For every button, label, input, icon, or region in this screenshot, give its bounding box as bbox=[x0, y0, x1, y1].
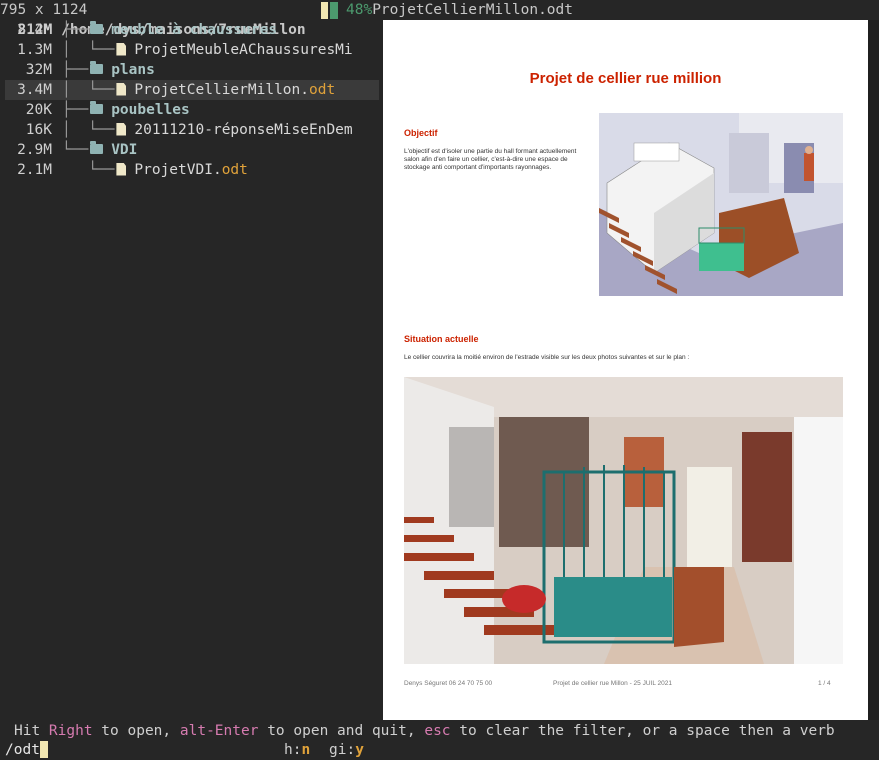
status-clear: to clear the filter, or a space then a v… bbox=[450, 723, 835, 739]
preview-dimensions: 795 x 1124 bbox=[0, 2, 88, 18]
status-bar: Hit Right to open, alt-Enter to open and… bbox=[14, 721, 874, 741]
status-open-quit: to open and quit, bbox=[258, 723, 425, 739]
entry-extension: odt bbox=[309, 82, 336, 98]
tree-branch: ├── bbox=[62, 102, 89, 118]
footer-author: Denys Séguret 06 24 70 75 00 bbox=[404, 680, 493, 687]
entry-size: 2.1M bbox=[17, 162, 52, 178]
file-icon bbox=[116, 82, 127, 96]
file-icon bbox=[116, 162, 127, 176]
tree-row-file[interactable]: 2.1M └── ProjetVDI.odt bbox=[5, 160, 379, 180]
entry-extension: odt bbox=[221, 162, 248, 178]
entry-name: plans bbox=[111, 62, 155, 78]
tree-branch: └── bbox=[62, 142, 89, 158]
tree-branch: ├── bbox=[62, 62, 89, 78]
tree-row-file[interactable]: 3.4M │ └── ProjetCellierMillon.odt bbox=[5, 80, 379, 100]
tree-row-directory[interactable]: 32M ├── plans bbox=[5, 60, 379, 80]
footer-page: 1 / 4 bbox=[818, 680, 831, 687]
entry-size: 2.4M bbox=[17, 22, 52, 38]
hint-gitignore-value: y bbox=[355, 742, 364, 758]
entry-name: ProjetCellierMillon. bbox=[134, 82, 309, 98]
entry-name: meuble à chaussures bbox=[111, 22, 278, 38]
hint-hidden-value: n bbox=[301, 742, 311, 758]
folder-icon bbox=[90, 61, 104, 74]
file-icon bbox=[116, 122, 127, 136]
objectif-heading: Objectif bbox=[404, 128, 438, 138]
status-right-key: Right bbox=[48, 723, 93, 739]
tree-row-directory[interactable]: 2.4M ├── meuble à chaussures bbox=[5, 20, 379, 40]
hint-hidden: h:n bbox=[284, 740, 310, 760]
tree-row-directory[interactable]: 20K ├── poubelles bbox=[5, 100, 379, 120]
entry-name: ProjetVDI. bbox=[134, 162, 222, 178]
entry-name: poubelles bbox=[111, 102, 190, 118]
status-to-open: to open, bbox=[92, 723, 180, 739]
entry-size: 1.3M bbox=[17, 42, 52, 58]
entry-name: ProjetMeubleAChaussuresMi bbox=[134, 42, 353, 58]
hall-photo bbox=[404, 377, 843, 664]
tree-row-file[interactable]: 16K │ └── 20111210-réponseMiseEnDem bbox=[5, 120, 379, 140]
preview-panel: Projet de cellier rue million Objectif L… bbox=[383, 20, 879, 720]
filter-input[interactable]: /odt bbox=[5, 740, 879, 760]
entry-size: 2.9M bbox=[17, 142, 52, 158]
file-icon bbox=[116, 42, 127, 56]
entry-size: 20K bbox=[25, 102, 52, 118]
filter-value[interactable]: /odt bbox=[5, 742, 40, 758]
entry-name: 20111210-réponseMiseEnDem bbox=[134, 122, 353, 138]
footer-title: Projet de cellier rue Millon - 25 JUIL 2… bbox=[553, 680, 672, 687]
tree-branch: │ └── bbox=[62, 122, 115, 138]
folder-icon bbox=[90, 141, 104, 154]
status-alt-key: alt-Enter bbox=[179, 723, 259, 739]
tree-branch: └── bbox=[62, 162, 115, 178]
folder-icon bbox=[90, 21, 104, 34]
hint-hidden-label: h: bbox=[284, 742, 302, 758]
document-page: Projet de cellier rue million Objectif L… bbox=[383, 20, 868, 720]
tree-branch: │ └── bbox=[62, 82, 115, 98]
situation-text: Le cellier couvrira la moitié environ de… bbox=[404, 354, 690, 361]
folder-icon bbox=[90, 101, 104, 114]
tree-row-file[interactable]: 1.3M │ └── ProjetMeubleAChaussuresMi bbox=[5, 40, 379, 60]
entry-size: 16K bbox=[25, 122, 52, 138]
document-title: Projet de cellier rue million bbox=[529, 70, 722, 87]
situation-heading: Situation actuelle bbox=[404, 334, 479, 344]
cellier-3d-render bbox=[599, 113, 843, 296]
entry-size: 3.4M bbox=[17, 82, 52, 98]
status-esc-key: esc bbox=[424, 723, 451, 739]
hint-gitignore-label: gi: bbox=[329, 742, 356, 758]
status-hit: Hit bbox=[14, 723, 49, 739]
tree-row-directory[interactable]: 2.9M └── VDI bbox=[5, 140, 379, 160]
objectif-text: L'objectif est d'isoler une partie du ha… bbox=[404, 148, 577, 171]
entry-size: 32M bbox=[25, 62, 52, 78]
hint-gitignore: gi:y bbox=[329, 740, 364, 760]
tree-branch: │ └── bbox=[62, 42, 115, 58]
text-cursor bbox=[39, 740, 48, 758]
tree-branch: ├── bbox=[62, 22, 89, 38]
entry-name: VDI bbox=[111, 142, 138, 158]
